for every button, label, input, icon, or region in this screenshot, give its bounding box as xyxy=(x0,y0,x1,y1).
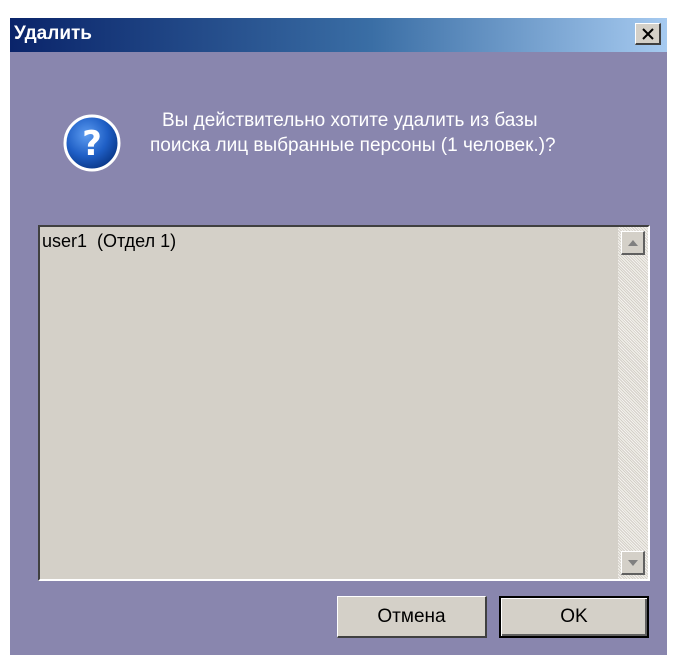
message-line-2: поиска лиц выбранные персоны (1 человек.… xyxy=(150,135,556,156)
question-icon: ? xyxy=(63,114,121,172)
delete-dialog: Удалить ? Вы действительно хотите удалит… xyxy=(10,18,667,655)
arrow-up-icon xyxy=(627,239,638,246)
arrow-down-icon xyxy=(627,559,638,566)
scroll-down-button[interactable] xyxy=(621,551,645,575)
close-button[interactable] xyxy=(635,23,661,45)
list-item[interactable]: user1 (Отдел 1) xyxy=(42,231,176,252)
message-line-1: Вы действительно хотите удалить из базы xyxy=(162,110,538,131)
title-bar[interactable]: Удалить xyxy=(10,18,667,52)
close-icon xyxy=(641,27,654,40)
ok-button[interactable]: OK xyxy=(499,596,649,638)
selected-persons-list[interactable]: user1 (Отдел 1) xyxy=(38,225,650,581)
window-title: Удалить xyxy=(14,23,92,44)
svg-text:?: ? xyxy=(82,124,102,164)
vertical-scrollbar[interactable] xyxy=(618,227,648,579)
cancel-button[interactable]: Отмена xyxy=(337,596,487,638)
confirmation-message: Вы действительно хотите удалить из базы … xyxy=(150,108,650,158)
scroll-up-button[interactable] xyxy=(621,231,645,255)
